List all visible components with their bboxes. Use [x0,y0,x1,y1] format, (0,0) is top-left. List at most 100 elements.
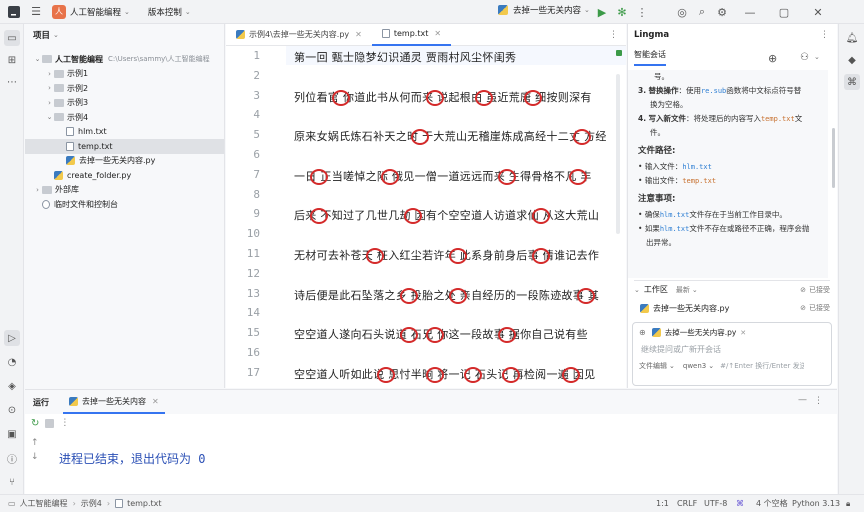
hamburger-menu-icon[interactable]: ☰ [28,4,44,20]
run-tool-icon[interactable]: ▷ [4,330,20,346]
maximize-icon[interactable]: ▢ [776,4,792,20]
more-tools-icon[interactable]: ⋯ [4,74,20,90]
line-separator[interactable]: CRLF [677,499,697,508]
problems-icon[interactable]: ⓘ [4,450,20,466]
code-line[interactable]: 诗后便是此石坠落之乡 投胎之处 亲自经历的一段陈迹故事 其 [294,287,599,303]
expand-arrow-icon[interactable]: › [45,70,54,78]
lingma-status-icon[interactable]: ⌘ [736,499,744,508]
project-tool-icon[interactable]: ▭ [4,30,20,46]
tree-item-9[interactable]: › 外部库 [25,183,224,198]
caret-position[interactable]: 1:1 [656,499,669,508]
workspace-header[interactable]: ⌄ 工作区 最新 ⌄ ⊘ 已接受 [634,280,830,298]
code-line[interactable]: 第一回 甄士隐梦幻识通灵 贾雨村风尘怀闺秀 [294,49,516,65]
tree-item-8[interactable]: create_folder.py [25,168,224,183]
vcs-menu[interactable]: 版本控制 ⌄ [148,6,191,18]
more-actions-icon[interactable]: ⋮ [814,396,823,406]
ai-assistant-icon[interactable]: ◎ [674,4,690,20]
lingma-active-icon[interactable]: ⌘ [844,74,860,90]
code-line[interactable]: 后来 不知过了几世几劫 因有个空空道人访道求仙 从这大荒山 [294,207,599,223]
git-icon[interactable]: ⑂ [4,474,20,490]
editor-scrollbar[interactable] [616,74,620,234]
code-line[interactable]: 原来女娲氏炼石补天之时 于大荒山无稽崖炼成高经十二丈 方经 [294,128,607,144]
minimize-icon[interactable]: — [742,4,758,20]
scroll-down-icon[interactable]: ↓ [31,450,43,464]
new-chat-plus-icon[interactable]: ⊕ [768,52,777,65]
debug-icon[interactable]: ✻ [614,4,630,20]
structure-tool-icon[interactable]: ⊞ [4,52,20,68]
user-menu-icon[interactable]: ⚇ [800,52,809,63]
scroll-up-icon[interactable]: ↑ [31,436,43,450]
tabs-more-icon[interactable]: ⋮ [609,30,618,40]
project-switcher[interactable]: 人 人工智能编程 ⌄ [52,4,130,19]
terminal-icon[interactable]: ▣ [4,426,20,442]
expand-arrow-icon[interactable]: › [45,99,54,107]
close-icon[interactable]: ✕ [810,4,826,20]
file-encoding[interactable]: UTF-8 [704,499,727,508]
tree-item-1[interactable]: › 示例1 [25,67,224,82]
workspace-filter[interactable]: 最新 [676,285,690,295]
code-lines[interactable]: 第一回 甄士隐梦幻识通灵 贾雨村风尘怀闺秀 列位看官 你道此书从何而来 说起根由 … [226,46,626,388]
breadcrumb-folder[interactable]: 示例4 [81,498,102,509]
close-icon[interactable]: ✕ [434,29,441,38]
chevron-down-icon[interactable]: ⌄ [692,286,698,294]
close-icon[interactable]: ✕ [152,397,159,406]
expand-arrow-icon[interactable]: › [45,84,54,92]
breadcrumb-project[interactable]: 人工智能编程 [20,498,68,509]
run-output[interactable]: 进程已结束，退出代码为 0 [45,438,835,493]
settings-gear-icon[interactable]: ⚙ [714,4,730,20]
app-logo-icon[interactable] [6,4,22,20]
chevron-down-icon[interactable]: ⌄ [708,362,714,370]
attached-file-chip[interactable]: ⊕ 去掉一些无关内容.py ✕ [639,327,831,338]
chat-scrollbar[interactable] [832,128,835,188]
workspace-file-row[interactable]: 去掉一些无关内容.py ⊘ 已接受 [640,300,830,316]
lingma-icon[interactable]: ◆ [844,52,860,68]
minimize-panel-icon[interactable]: — [798,395,807,405]
stop-icon[interactable] [45,418,55,428]
chat-text: ：将处理后的内容写入 [685,114,761,123]
packages-icon[interactable]: ◈ [4,378,20,394]
expand-arrow-icon[interactable]: ⌄ [45,113,54,121]
expand-arrow-icon[interactable]: › [33,186,42,194]
close-icon[interactable]: ✕ [740,329,746,337]
services-icon[interactable]: ⊙ [4,402,20,418]
python-interpreter[interactable]: Python 3.13 [792,499,840,508]
more-actions-icon[interactable]: ⋮ [634,4,650,20]
tree-item-10[interactable]: 临时文件和控制台 [25,197,224,212]
add-context-icon[interactable]: ⊕ [639,328,646,337]
search-icon[interactable]: ⌕ [694,4,710,20]
python-console-icon[interactable]: ◔ [4,354,20,370]
tab-py-file[interactable]: 示例4\去掉一些无关内容.py ✕ [226,24,372,46]
tree-item-2[interactable]: › 示例2 [25,81,224,96]
tab-smart-chat[interactable]: 智能会话 [634,49,666,66]
tree-item-4[interactable]: ⌄ 示例4 [25,110,224,125]
chevron-down-icon[interactable]: ⌄ [814,53,820,61]
model-selector[interactable]: qwen3 [683,362,706,370]
tree-item-6[interactable]: temp.txt [25,139,224,154]
notifications-bell-icon[interactable]: 🔔︎ [844,30,860,46]
expand-arrow-icon[interactable]: ⌄ [33,55,42,63]
mode-selector[interactable]: 文件编辑 [639,361,667,371]
chevron-down-icon[interactable]: ⌄ [53,31,59,39]
indent-setting[interactable]: 4 个空格 [756,498,788,509]
more-actions-icon[interactable]: ⋮ [60,418,69,428]
run-tab[interactable]: 去掉一些无关内容 ✕ [63,390,165,414]
chat-input-box[interactable]: ⊕ 去掉一些无关内容.py ✕ 继续提问或广新开会话 文件编辑 ⌄ qwen3 … [632,322,832,386]
chat-input-placeholder[interactable]: 继续提问或广新开会话 [641,344,831,355]
code-line[interactable]: 空空道人听如此说 思忖半晌 将一记 石头记 再检阅一遍 因见 [294,366,595,382]
tree-item-3[interactable]: › 示例3 [25,96,224,111]
run-icon[interactable]: ▶ [594,4,610,20]
tab-temp-txt[interactable]: temp.txt ✕ [371,24,452,46]
chevron-down-icon[interactable]: ⌄ [669,362,675,370]
tree-item-5[interactable]: hlm.txt [25,125,224,140]
inspection-ok-icon[interactable] [616,50,622,56]
tree-item-7[interactable]: 去掉一些无关内容.py [25,154,224,169]
tree-item-0[interactable]: ⌄ 人工智能编程 C:\Users\sammy\人工智能编程 [25,52,224,67]
code-line[interactable]: 一日 正当嗟悼之际 俄见一僧一道远远而来 生得骨格不凡 丰 [294,168,592,184]
code-line[interactable]: 无材可去补苍天 枉入红尘若许年 此系身前身后事 倩谁记去作 [294,247,599,263]
rerun-icon[interactable]: ↻ [31,418,39,429]
run-config-selector[interactable]: 去掉一些无关内容 ⌄ [498,4,590,16]
breadcrumb-file[interactable]: temp.txt [127,499,161,508]
lock-icon[interactable]: 🔒︎ [846,499,850,509]
close-icon[interactable]: ✕ [355,30,362,39]
more-actions-icon[interactable]: ⋮ [820,30,829,40]
